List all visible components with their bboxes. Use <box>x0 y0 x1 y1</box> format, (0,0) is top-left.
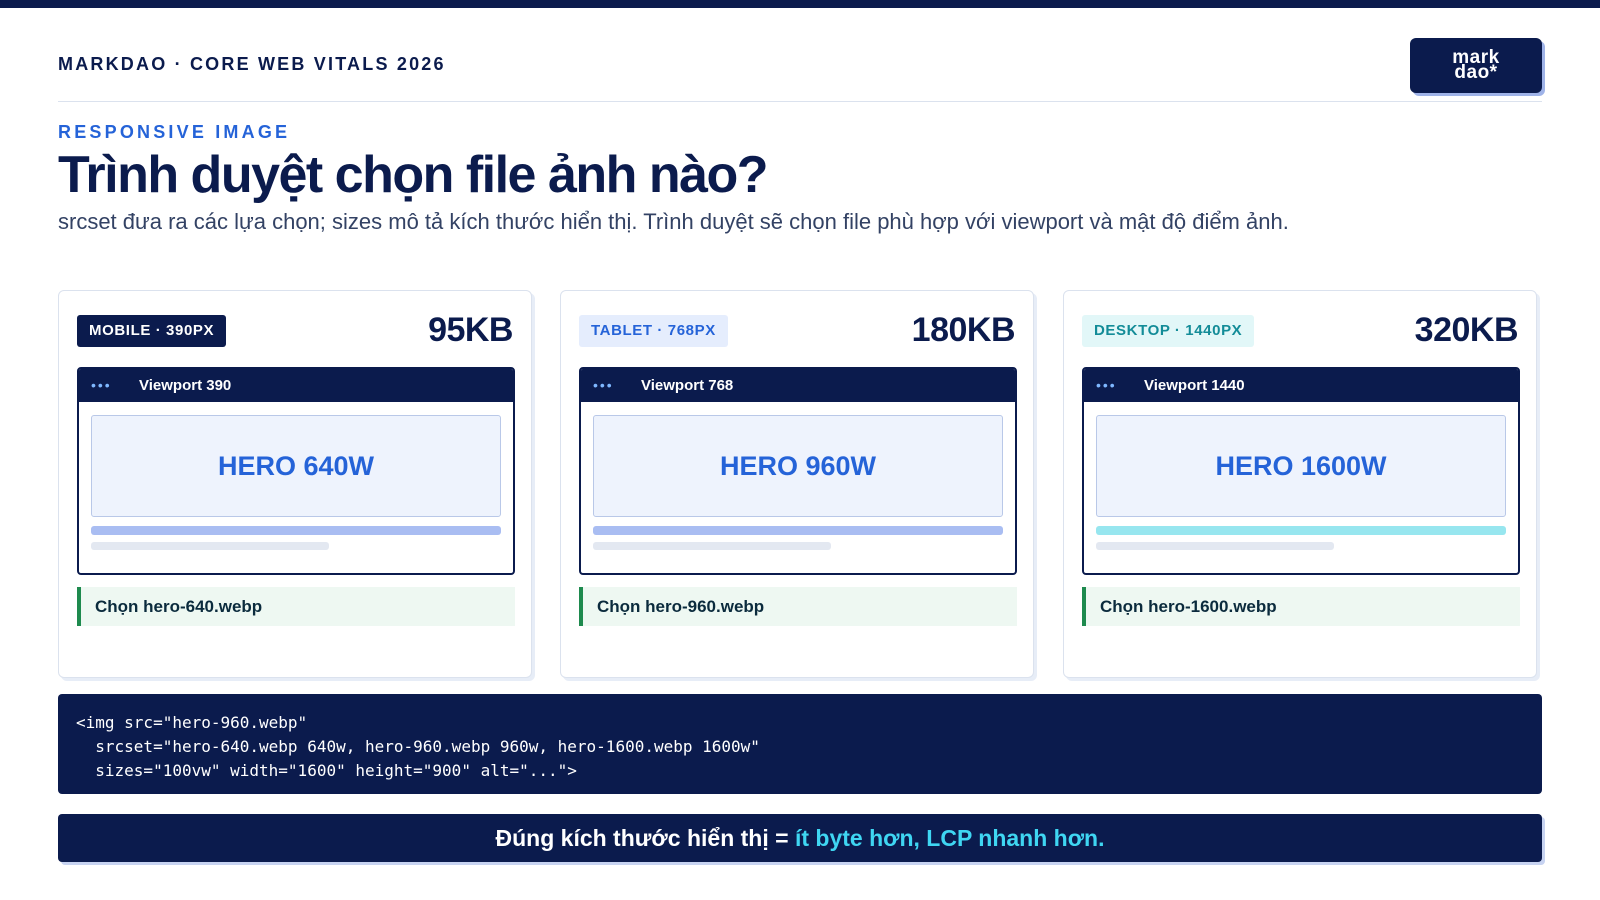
section-eyebrow: RESPONSIVE IMAGE <box>58 122 291 142</box>
logo-line-2: dao* <box>1454 62 1498 83</box>
banner-text-main: Đúng kích thước hiển thị = <box>495 825 795 851</box>
device-badge: MOBILE · 390PX <box>77 315 227 347</box>
content-line-primary <box>593 526 1003 535</box>
markdao-logo[interactable]: mark dao* <box>1410 38 1542 93</box>
browser-mockup: ••• Viewport 768 HERO 960W <box>579 367 1017 575</box>
content-line-secondary <box>1096 542 1334 550</box>
window-dots-icon: ••• <box>593 377 614 393</box>
code-line-1: <img src="hero-960.webp" <box>76 713 308 732</box>
page-subtitle: srcset đưa ra các lựa chọn; sizes mô tả … <box>58 209 1289 234</box>
top-accent-bar <box>0 0 1600 8</box>
browser-title-bar: ••• Viewport 768 <box>581 369 1015 402</box>
window-dots-icon: ••• <box>91 377 112 393</box>
device-card-desktop: DESKTOP · 1440PX 320KB ••• Viewport 1440… <box>1063 290 1537 678</box>
browser-title-bar: ••• Viewport 390 <box>79 369 513 402</box>
device-badge: TABLET · 768PX <box>579 315 728 347</box>
file-size: 320KB <box>1414 311 1519 349</box>
hero-image-placeholder: HERO 640W <box>91 415 501 517</box>
hero-image-placeholder: HERO 960W <box>593 415 1003 517</box>
viewport-label: Viewport 1440 <box>1144 377 1245 394</box>
code-line-2: srcset="hero-640.webp 640w, hero-960.web… <box>76 737 760 756</box>
selected-file-note: Chọn hero-960.webp <box>579 587 1017 626</box>
file-size: 180KB <box>911 311 1016 349</box>
page-title: Trình duyệt chọn file ảnh nào? <box>58 146 769 204</box>
viewport-label: Viewport 390 <box>139 377 232 394</box>
code-line-3: sizes="100vw" width="1600" height="900" … <box>76 761 577 780</box>
takeaway-banner: Đúng kích thước hiển thị = ít byte hơn, … <box>58 814 1542 862</box>
banner-text-highlight: ít byte hơn, LCP nhanh hơn. <box>794 825 1105 851</box>
window-dots-icon: ••• <box>1096 377 1117 393</box>
device-card-tablet: TABLET · 768PX 180KB ••• Viewport 768 HE… <box>560 290 1034 678</box>
selected-file-note: Chọn hero-1600.webp <box>1082 587 1520 626</box>
device-card-mobile: MOBILE · 390PX 95KB ••• Viewport 390 HER… <box>58 290 532 678</box>
brand-title: MARKDAO · CORE WEB VITALS 2026 <box>58 54 446 74</box>
browser-mockup: ••• Viewport 1440 HERO 1600W <box>1082 367 1520 575</box>
page-header: MARKDAO · CORE WEB VITALS 2026 mark dao* <box>58 38 1542 102</box>
content-line-primary <box>91 526 501 535</box>
content-line-primary <box>1096 526 1506 535</box>
file-size: 95KB <box>428 311 513 349</box>
device-badge: DESKTOP · 1440PX <box>1082 315 1255 347</box>
code-snippet[interactable]: <img src="hero-960.webp" srcset="hero-64… <box>58 694 1542 794</box>
selected-file-note: Chọn hero-640.webp <box>77 587 515 626</box>
content-line-secondary <box>593 542 831 550</box>
browser-mockup: ••• Viewport 390 HERO 640W <box>77 367 515 575</box>
browser-title-bar: ••• Viewport 1440 <box>1084 369 1518 402</box>
viewport-label: Viewport 768 <box>641 377 734 394</box>
content-line-secondary <box>91 542 329 550</box>
hero-image-placeholder: HERO 1600W <box>1096 415 1506 517</box>
